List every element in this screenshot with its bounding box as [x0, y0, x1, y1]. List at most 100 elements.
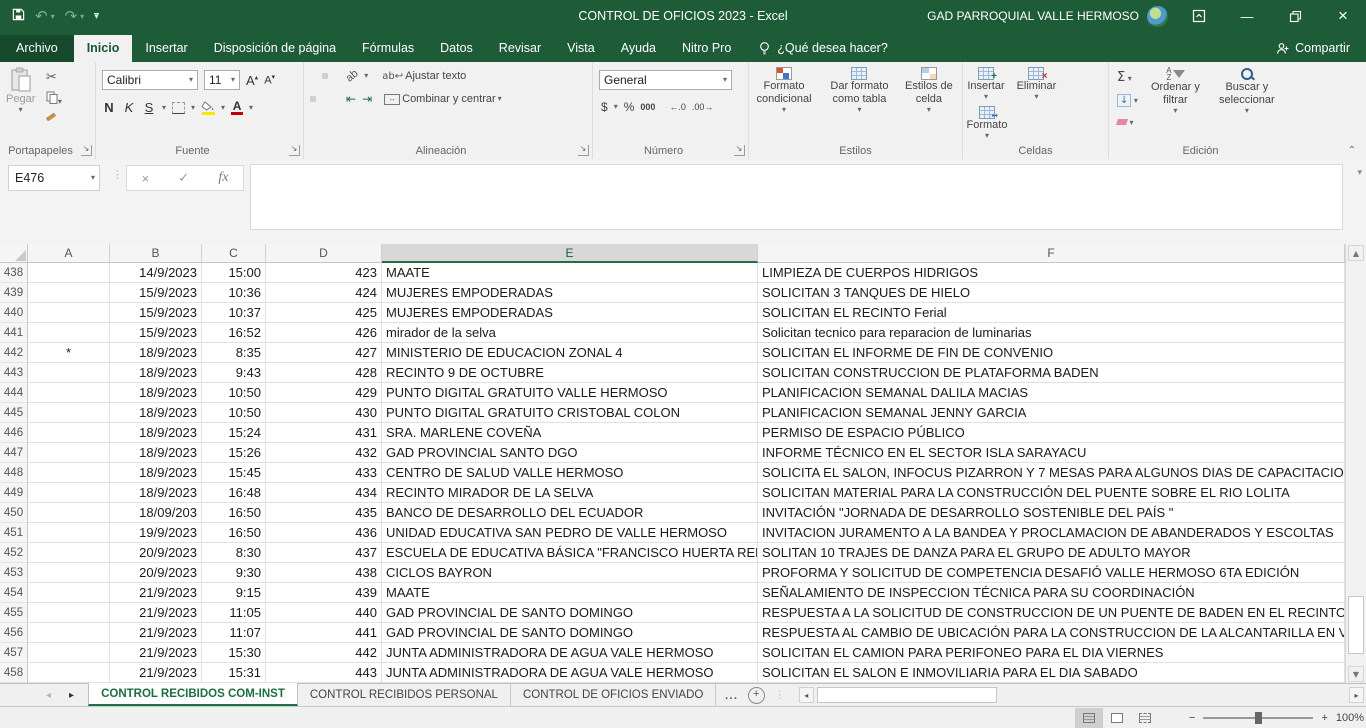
cell-C438[interactable]: 15:00	[202, 263, 266, 283]
cell-B438[interactable]: 14/9/2023	[110, 263, 202, 283]
cell-B452[interactable]: 20/9/2023	[110, 543, 202, 563]
cell-E456[interactable]: GAD PROVINCIAL DE SANTO DOMINGO	[382, 623, 758, 643]
cell-D456[interactable]: 441	[266, 623, 382, 643]
bold-button[interactable]: N	[102, 100, 116, 115]
conditional-formatting-button[interactable]: Formato condicional ▾	[749, 62, 819, 114]
cell-A454[interactable]	[28, 583, 110, 603]
cell-A448[interactable]	[28, 463, 110, 483]
zoom-slider-thumb[interactable]	[1255, 712, 1262, 724]
cell-C443[interactable]: 9:43	[202, 363, 266, 383]
row-header-441[interactable]: 441	[0, 323, 28, 343]
cell-F450[interactable]: INVITACIÓN "JORNADA DE DESARROLLO SOSTEN…	[758, 503, 1345, 523]
cell-D446[interactable]: 431	[266, 423, 382, 443]
currency-format-button[interactable]: $	[601, 100, 608, 114]
row-header-452[interactable]: 452	[0, 543, 28, 563]
cell-D448[interactable]: 433	[266, 463, 382, 483]
menu-tab-datos[interactable]: Datos	[427, 35, 486, 62]
cell-D453[interactable]: 438	[266, 563, 382, 583]
account-menu[interactable]: GAD PARROQUIAL VALLE HERMOSO	[927, 6, 1168, 27]
cell-B442[interactable]: 18/9/2023	[110, 343, 202, 363]
share-button[interactable]: Compartir	[1276, 41, 1366, 62]
cell-F442[interactable]: SOLICITAN EL INFORME DE FIN DE CONVENIO	[758, 343, 1345, 363]
sheet-tab-control-recibidos-com-inst[interactable]: CONTROL RECIBIDOS COM-INST	[88, 683, 298, 706]
cell-C446[interactable]: 15:24	[202, 423, 266, 443]
borders-icon[interactable]	[172, 102, 185, 114]
cell-C442[interactable]: 8:35	[202, 343, 266, 363]
cell-C440[interactable]: 10:37	[202, 303, 266, 323]
cell-E441[interactable]: mirador de la selva	[382, 323, 758, 343]
cell-D439[interactable]: 424	[266, 283, 382, 303]
scroll-up-icon[interactable]: ▲	[1348, 245, 1364, 261]
menu-tab-ayuda[interactable]: Ayuda	[608, 35, 669, 62]
cell-B446[interactable]: 18/9/2023	[110, 423, 202, 443]
format-as-table-button[interactable]: Dar formato como tabla ▾	[823, 62, 895, 114]
cell-E442[interactable]: MINISTERIO DE EDUCACION ZONAL 4	[382, 343, 758, 363]
merge-center-button[interactable]: ↔ Combinar y centrar ▾	[384, 93, 502, 105]
collapse-ribbon-icon[interactable]: ⌃	[1348, 145, 1356, 156]
cancel-entry-icon[interactable]: ×	[142, 171, 150, 186]
cell-B444[interactable]: 18/9/2023	[110, 383, 202, 403]
cell-A441[interactable]	[28, 323, 110, 343]
zoom-slider[interactable]	[1203, 717, 1313, 719]
cell-C445[interactable]: 10:50	[202, 403, 266, 423]
menu-tab-inicio[interactable]: Inicio	[74, 35, 133, 62]
cell-F438[interactable]: LIMPIEZA DE CUERPOS HIDRIGOS	[758, 263, 1345, 283]
align-left-icon[interactable]	[310, 96, 316, 102]
cell-A449[interactable]	[28, 483, 110, 503]
row-header-443[interactable]: 443	[0, 363, 28, 383]
cell-D449[interactable]: 434	[266, 483, 382, 503]
insert-cells-button[interactable]: + Insertar ▾	[963, 62, 1009, 101]
cell-C452[interactable]: 8:30	[202, 543, 266, 563]
cell-A457[interactable]	[28, 643, 110, 663]
cell-B458[interactable]: 21/9/2023	[110, 663, 202, 683]
cell-F457[interactable]: SOLICITAN EL CAMION PARA PERIFONEO PARA …	[758, 643, 1345, 663]
cell-A447[interactable]	[28, 443, 110, 463]
italic-button[interactable]: K	[122, 100, 136, 115]
cell-C457[interactable]: 15:30	[202, 643, 266, 663]
increase-indent-icon[interactable]: ⇥	[362, 92, 372, 106]
align-center-icon[interactable]	[322, 96, 328, 102]
cell-F444[interactable]: PLANIFICACION SEMANAL DALILA MACIAS	[758, 383, 1345, 403]
cell-E450[interactable]: BANCO DE DESARROLLO DEL ECUADOR	[382, 503, 758, 523]
paste-button[interactable]: Pegar ▾	[6, 62, 35, 114]
restore-button[interactable]	[1278, 1, 1312, 31]
menu-tab-nitro-pro[interactable]: Nitro Pro	[669, 35, 744, 62]
font-size-combo[interactable]: 11▾	[204, 70, 240, 90]
sheet-nav-prev-icon[interactable]: ◂	[46, 690, 51, 701]
row-header-442[interactable]: 442	[0, 343, 28, 363]
view-page-break-button[interactable]	[1131, 708, 1159, 728]
fill-color-icon[interactable]	[201, 101, 215, 115]
decrease-indent-icon[interactable]: ⇤	[346, 92, 356, 106]
cell-B449[interactable]: 18/9/2023	[110, 483, 202, 503]
cell-B439[interactable]: 15/9/2023	[110, 283, 202, 303]
cell-C439[interactable]: 10:36	[202, 283, 266, 303]
cell-D450[interactable]: 435	[266, 503, 382, 523]
clear-button[interactable]: ▾	[1117, 112, 1138, 130]
dialog-launcher-icon[interactable]: ↘	[289, 145, 300, 156]
cell-B455[interactable]: 21/9/2023	[110, 603, 202, 623]
cell-E448[interactable]: CENTRO DE SALUD VALLE HERMOSO	[382, 463, 758, 483]
menu-tab-revisar[interactable]: Revisar	[486, 35, 554, 62]
formula-input[interactable]	[250, 164, 1343, 230]
column-header-C[interactable]: C	[202, 244, 266, 262]
vertical-scrollbar-thumb[interactable]	[1348, 596, 1364, 654]
undo-dropdown-icon[interactable]: ▾	[51, 12, 55, 21]
cell-E438[interactable]: MAATE	[382, 263, 758, 283]
cell-F451[interactable]: INVITACION JURAMENTO A LA BANDEA Y PROCL…	[758, 523, 1345, 543]
cell-D445[interactable]: 430	[266, 403, 382, 423]
menu-tab-insertar[interactable]: Insertar	[132, 35, 200, 62]
cell-A446[interactable]	[28, 423, 110, 443]
sheet-tab-overflow[interactable]: ...	[724, 686, 737, 704]
cell-D444[interactable]: 429	[266, 383, 382, 403]
menu-tab-vista[interactable]: Vista	[554, 35, 608, 62]
align-middle-icon[interactable]	[322, 73, 328, 79]
cell-D447[interactable]: 432	[266, 443, 382, 463]
horizontal-scrollbar[interactable]: ◂ ▸	[799, 687, 1364, 703]
menu-tab-disposici-n-de-p-gina[interactable]: Disposición de página	[201, 35, 349, 62]
undo-icon[interactable]: ↶	[35, 9, 48, 24]
dialog-launcher-icon[interactable]: ↘	[578, 145, 589, 156]
cell-A450[interactable]	[28, 503, 110, 523]
scroll-down-icon[interactable]: ▼	[1348, 666, 1364, 682]
cell-D442[interactable]: 427	[266, 343, 382, 363]
cell-C441[interactable]: 16:52	[202, 323, 266, 343]
